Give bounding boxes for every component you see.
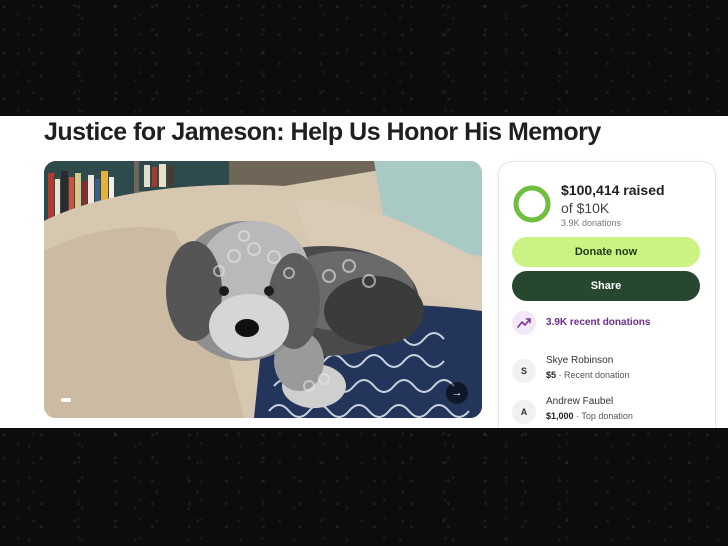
avatar: A (512, 400, 536, 424)
progress-ring (513, 185, 551, 223)
donor-name: Skye Robinson (546, 355, 614, 366)
donor-meta: $1,000 · Top donation (546, 411, 633, 421)
hero-image[interactable]: → (44, 161, 482, 418)
amount-raised: $100,414 raised (561, 182, 665, 198)
fundraiser-page: Justice for Jameson: Help Us Honor His M… (0, 116, 728, 428)
recent-donations-link[interactable]: 3.9K recent donations (546, 317, 650, 328)
donate-now-button[interactable]: Donate now (512, 237, 700, 267)
donation-card: $100,414 raised of $10K 3.9K donations D… (498, 161, 716, 428)
arrow-right-icon[interactable]: → (446, 382, 468, 404)
donor-tag: Top donation (581, 411, 633, 421)
donor-name: Andrew Faubel (546, 396, 614, 407)
donor-meta: $5 · Recent donation (546, 370, 630, 380)
background-bottom (0, 428, 728, 546)
share-button[interactable]: Share (512, 271, 700, 301)
carousel-dot-active[interactable] (61, 398, 71, 402)
donor-item: A Andrew Faubel $1,000 · Top donation (512, 396, 712, 428)
donor-item: S Skye Robinson $5 · Recent donation (512, 355, 712, 387)
background-top (0, 0, 728, 116)
donor-tag: Recent donation (564, 370, 630, 380)
donor-amount: $1,000 (546, 411, 574, 421)
avatar: S (512, 359, 536, 383)
trending-up-icon (512, 311, 536, 335)
donor-amount: $5 (546, 370, 557, 380)
carousel-dots[interactable] (61, 398, 71, 402)
dog-photo (44, 161, 482, 418)
page-title: Justice for Jameson: Help Us Honor His M… (44, 118, 601, 146)
donation-count: 3.9K donations (561, 218, 622, 228)
goal-amount: of $10K (561, 200, 610, 216)
